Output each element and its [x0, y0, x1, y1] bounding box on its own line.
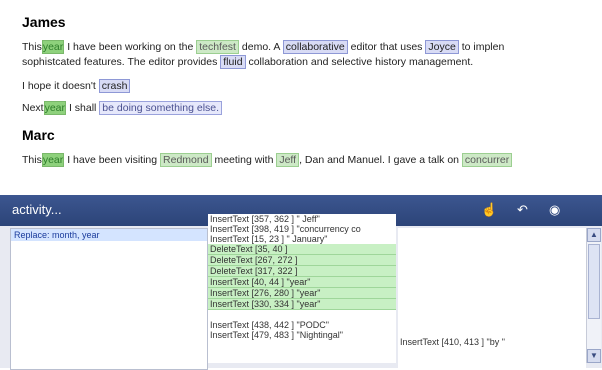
history-item[interactable]: InsertText [438, 442 ] "PODC": [208, 320, 396, 330]
text-run: to implen: [458, 41, 505, 53]
inserted-word[interactable]: year: [43, 101, 67, 115]
cursor-hand-icon[interactable]: ☝: [481, 202, 497, 218]
text-run: sophistcated features. The editor provid…: [22, 56, 221, 68]
document-editor[interactable]: James Thisyear I have been working on th…: [0, 0, 602, 184]
edit-history-list[interactable]: InsertText [357, 362 ] " Jeff" InsertText…: [208, 214, 396, 363]
text-run: I have been working on the: [64, 41, 197, 53]
panel-title: activity...: [12, 202, 62, 217]
operation-list[interactable]: Replace: month, year: [10, 228, 208, 370]
history-item[interactable]: DeleteText [317, 322 ]: [208, 266, 396, 277]
history-item[interactable]: InsertText [330, 334 ] "year": [208, 299, 396, 310]
text-run: I hope it doesn't: [22, 80, 99, 92]
scroll-thumb[interactable]: [588, 244, 600, 319]
history-item[interactable]: DeleteText [267, 272 ]: [208, 255, 396, 266]
inserted-word[interactable]: year: [41, 153, 65, 167]
detail-pane: InsertText [410, 413 ] "by ": [398, 228, 586, 368]
list-item[interactable]: Replace: month, year: [11, 229, 207, 241]
text-run: Next: [22, 102, 44, 114]
highlighted-word[interactable]: Joyce: [425, 40, 459, 54]
text-run: I have been visiting: [64, 154, 161, 166]
inserted-word[interactable]: year: [41, 40, 65, 54]
history-item[interactable]: [208, 310, 396, 320]
text-run: I shall: [66, 102, 100, 114]
text-run: meeting with: [211, 154, 277, 166]
history-item[interactable]: DeleteText [35, 40 ]: [208, 244, 396, 255]
doc-line[interactable]: sophistcated features. The editor provid…: [22, 55, 474, 69]
history-item[interactable]: InsertText [276, 280 ] "year": [208, 288, 396, 299]
author-heading-marc: Marc: [22, 127, 55, 143]
scroll-up-button[interactable]: ▲: [587, 228, 601, 242]
doc-line[interactable]: Thisyear I have been visiting Redmond me…: [22, 153, 513, 167]
highlighted-word[interactable]: crash: [98, 79, 131, 93]
inserted-word[interactable]: concurrer: [461, 153, 513, 167]
highlighted-word[interactable]: fluid: [220, 55, 246, 69]
history-item[interactable]: InsertText [398, 419 ] "concurrency co: [208, 224, 396, 234]
undo-icon[interactable]: ↶: [517, 202, 528, 218]
text-run: collaboration and selective history mana…: [245, 56, 474, 68]
history-item[interactable]: InsertText [357, 362 ] " Jeff": [208, 214, 396, 224]
history-item[interactable]: InsertText [479, 483 ] "Nightingal": [208, 330, 396, 340]
text-run: , Dan and Manuel. I gave a talk on: [299, 154, 462, 166]
activity-panel: activity... ☝ ↶ ◉ Replace: month, year I…: [0, 195, 602, 370]
doc-line[interactable]: I hope it doesn't crash: [22, 79, 131, 93]
doc-line[interactable]: Thisyear I have been working on the tech…: [22, 40, 505, 54]
inserted-word[interactable]: Redmond: [160, 153, 212, 167]
eye-icon[interactable]: ◉: [549, 202, 560, 218]
scroll-down-button[interactable]: ▼: [587, 349, 601, 363]
text-run: This: [22, 41, 42, 53]
text-run: This: [22, 154, 42, 166]
inserted-word[interactable]: techfest: [196, 40, 239, 54]
highlighted-phrase[interactable]: be doing something else.: [99, 101, 223, 115]
text-run: demo. A: [238, 41, 283, 53]
history-item[interactable]: InsertText [15, 23 ] " January": [208, 234, 396, 244]
detail-text: InsertText [410, 413 ] "by ": [400, 337, 505, 347]
inserted-word[interactable]: Jeff: [276, 153, 300, 167]
doc-line[interactable]: Nextyear I shall be doing something else…: [22, 101, 223, 115]
text-run: editor that uses: [347, 41, 426, 53]
history-item[interactable]: InsertText [40, 44 ] "year": [208, 277, 396, 288]
vertical-scrollbar[interactable]: ▲ ▼: [586, 228, 601, 363]
author-heading-james: James: [22, 14, 66, 30]
highlighted-word[interactable]: collaborative: [282, 40, 348, 54]
